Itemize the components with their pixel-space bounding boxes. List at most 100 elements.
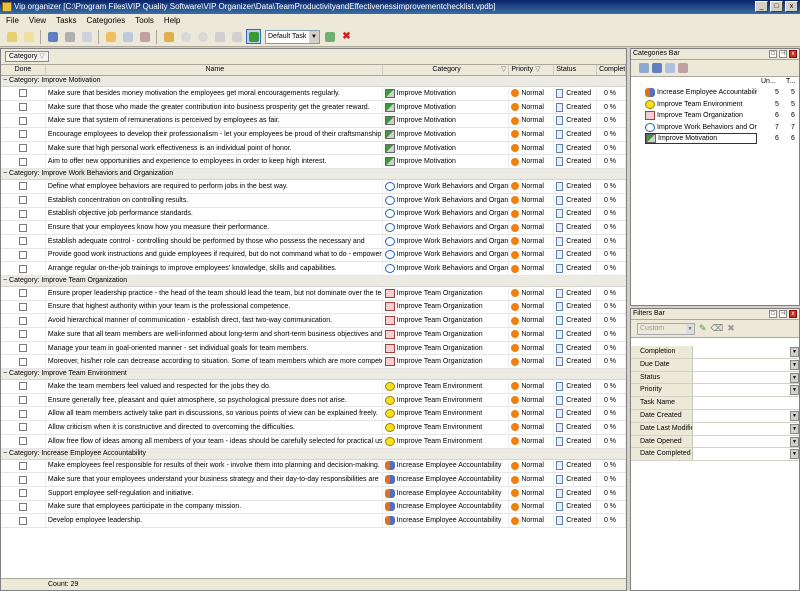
priority-cell[interactable]: Normal <box>509 486 555 500</box>
category-cell[interactable]: Increase Employee Accountability <box>383 459 510 473</box>
priority-cell[interactable]: Normal <box>509 221 555 234</box>
edit-task-button[interactable] <box>120 29 135 44</box>
filter-value[interactable] <box>693 397 799 409</box>
col-header-status[interactable]: Status <box>554 65 598 75</box>
apply-view-button[interactable] <box>322 29 337 44</box>
remove-view-button[interactable]: ✖ <box>339 29 354 44</box>
complete-cell[interactable]: 0 % <box>597 300 626 314</box>
complete-cell[interactable]: 0 % <box>597 100 626 114</box>
col-unfinished[interactable]: Un... <box>761 78 776 85</box>
done-checkbox[interactable] <box>18 516 27 525</box>
task-name[interactable]: Make sure that employees participate in … <box>46 500 383 514</box>
complete-cell[interactable]: 0 % <box>597 341 626 355</box>
priority-cell[interactable]: Normal <box>509 248 555 262</box>
complete-cell[interactable]: 0 % <box>597 155 626 169</box>
complete-cell[interactable]: 0 % <box>597 141 626 155</box>
priority-cell[interactable]: Normal <box>509 421 555 434</box>
category-cell[interactable]: Improve Team Organization <box>383 286 510 300</box>
col-header-priority[interactable]: Priority ▽ <box>509 65 555 75</box>
table-row[interactable]: Establish adequate control - controlling… <box>1 234 626 249</box>
table-row[interactable]: Establish objective job performance stan… <box>1 207 626 222</box>
filter-toggle-button[interactable] <box>246 29 261 44</box>
done-checkbox[interactable] <box>18 130 27 139</box>
category-cell[interactable]: Improve Motivation <box>383 128 510 141</box>
complete-cell[interactable]: 0 % <box>597 128 626 141</box>
done-checkbox[interactable] <box>18 237 27 246</box>
table-row[interactable]: Ensure proper leadership practice - the … <box>1 286 626 301</box>
category-cell[interactable]: Improve Team Environment <box>383 434 510 448</box>
x-icon[interactable]: ✖ <box>727 323 735 334</box>
category-cell[interactable]: Improve Motivation <box>383 114 510 128</box>
task-name[interactable]: Allow criticism when it is constructive … <box>46 421 383 434</box>
priority-cell[interactable]: Normal <box>509 514 555 527</box>
category-cell[interactable]: Improve Work Behaviors and Organi <box>383 207 510 221</box>
complete-cell[interactable]: 0 % <box>597 355 626 369</box>
priority-cell[interactable]: Normal <box>509 87 555 100</box>
task-name[interactable]: Provide good work instructions and guide… <box>46 248 383 262</box>
close-icon[interactable]: x <box>789 310 797 318</box>
task-name[interactable]: Make sure that your employees understand… <box>46 473 383 486</box>
status-cell[interactable]: Created <box>554 500 598 514</box>
status-cell[interactable]: Created <box>554 100 598 114</box>
complete-cell[interactable]: 0 % <box>597 421 626 434</box>
col-total[interactable]: T... <box>786 78 795 85</box>
menu-view[interactable]: View <box>29 16 46 25</box>
save-button[interactable] <box>45 29 60 44</box>
done-checkbox[interactable] <box>18 264 27 273</box>
task-name[interactable]: Define what employee behaviors are requi… <box>46 180 383 193</box>
task-name[interactable]: Allow all team members actively take par… <box>46 407 383 421</box>
table-row[interactable]: Make sure that besides money motivation … <box>1 87 626 101</box>
status-cell[interactable]: Created <box>554 234 598 248</box>
filter-value[interactable]: ▼ <box>693 384 799 396</box>
complete-cell[interactable]: 0 % <box>597 473 626 486</box>
group-header[interactable]: − Category: Improve Motivation <box>1 76 626 87</box>
category-cell[interactable]: Improve Team Organization <box>383 300 510 314</box>
group-header[interactable]: − Category: Increase Employee Accountabi… <box>1 448 626 460</box>
done-checkbox[interactable] <box>18 330 27 339</box>
done-checkbox[interactable] <box>18 209 27 218</box>
complete-cell[interactable]: 0 % <box>597 486 626 500</box>
collapse-toggle-icon[interactable]: − <box>3 77 7 84</box>
chevron-down-icon[interactable]: ▼ <box>790 423 799 434</box>
category-cell[interactable]: Improve Team Organization <box>383 341 510 355</box>
priority-cell[interactable]: Normal <box>509 407 555 421</box>
erase-filter-icon[interactable]: ⌫ <box>711 323 724 334</box>
status-cell[interactable]: Created <box>554 155 598 169</box>
task-name[interactable]: Establish objective job performance stan… <box>46 207 383 221</box>
export-button[interactable] <box>79 29 94 44</box>
filter-value[interactable]: ▼ <box>693 423 799 435</box>
filter-preset-combo[interactable]: Custom ▼ <box>637 322 695 335</box>
filter-field[interactable]: Date Created ▼ <box>631 409 799 423</box>
edit-category-icon[interactable] <box>665 63 675 73</box>
filter-value[interactable]: ▼ <box>693 410 799 422</box>
task-name[interactable]: Arrange regular on-the-job trainings to … <box>46 262 383 275</box>
filter-field[interactable]: Date Completed ▼ <box>631 448 799 462</box>
chevron-down-icon[interactable]: ▼ <box>686 323 694 334</box>
done-checkbox[interactable] <box>18 475 27 484</box>
complete-cell[interactable]: 0 % <box>597 262 626 275</box>
status-cell[interactable]: Created <box>554 380 598 393</box>
status-cell[interactable]: Created <box>554 328 598 341</box>
chevron-down-icon[interactable]: ▼ <box>790 372 799 383</box>
add-category-icon[interactable] <box>639 63 649 73</box>
complete-cell[interactable]: 0 % <box>597 459 626 473</box>
table-row[interactable]: Allow all team members actively take par… <box>1 407 626 422</box>
priority-cell[interactable]: Normal <box>509 262 555 275</box>
new-file-button[interactable] <box>4 29 19 44</box>
table-row[interactable]: Make employees feel responsible for resu… <box>1 459 626 474</box>
chevron-down-icon[interactable]: ▼ <box>790 347 799 357</box>
group-header[interactable]: − Category: Improve Team Environment <box>1 369 626 381</box>
status-cell[interactable]: Created <box>554 262 598 275</box>
category-cell[interactable]: Improve Work Behaviors and Organi <box>383 262 510 275</box>
done-checkbox[interactable] <box>18 357 27 366</box>
category-cell[interactable]: Improve Motivation <box>383 155 510 169</box>
done-checkbox[interactable] <box>18 461 27 470</box>
menu-help[interactable]: Help <box>164 16 180 25</box>
filter-field[interactable]: Status ▼ <box>631 371 799 385</box>
status-cell[interactable]: Created <box>554 286 598 300</box>
priority-cell[interactable]: Normal <box>509 128 555 141</box>
table-row[interactable]: Define what employee behaviors are requi… <box>1 180 626 194</box>
task-name[interactable]: Establish adequate control - controlling… <box>46 234 383 248</box>
done-checkbox[interactable] <box>18 437 27 446</box>
complete-cell[interactable]: 0 % <box>597 234 626 248</box>
